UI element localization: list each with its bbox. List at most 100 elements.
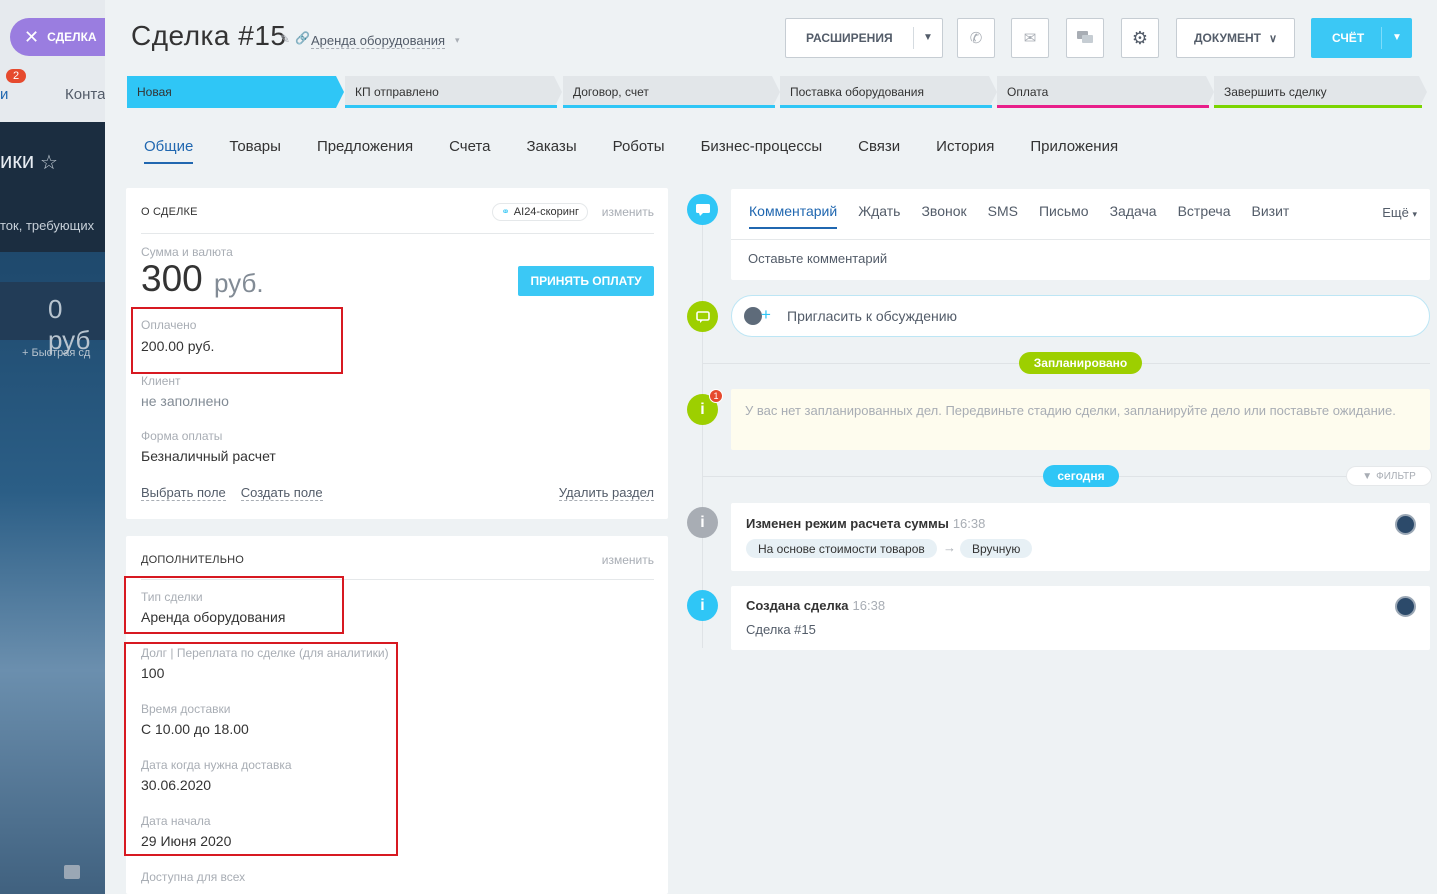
history-item: Изменен режим расчета суммы 16:38 На осно… [731,503,1430,571]
settings-button[interactable]: ⚙ [1121,18,1159,58]
field-label: Доступна для всех [141,870,246,884]
stage-offer-sent[interactable]: КП отправлено [345,76,562,108]
accept-payment-button[interactable]: ПРИНЯТЬ ОПЛАТУ [518,266,654,296]
chevron-down-icon: ▾ [1412,209,1417,219]
stage-delivery[interactable]: Поставка оборудования [780,76,997,108]
tab-business-processes[interactable]: Бизнес-процессы [701,138,823,164]
tab-orders[interactable]: Заказы [526,138,576,164]
today-badge: сегодня [1043,465,1119,487]
edit-section-link[interactable]: изменить [602,553,654,567]
link-icon[interactable]: 🔗 [295,31,310,45]
stage-new[interactable]: Новая [127,76,344,108]
client-value[interactable]: не заполнено [141,393,229,409]
stage-contract[interactable]: Договор, счет [563,76,780,108]
tab-call[interactable]: Звонок [921,203,966,229]
stage-payment[interactable]: Оплата [997,76,1214,108]
invite-label: Пригласить к обсуждению [787,308,958,324]
tab-history[interactable]: История [936,138,994,164]
empty-plan-notice: У вас нет запланированных дел. Передвинь… [731,389,1430,450]
document-label: ДОКУМЕНТ [1193,31,1261,45]
email-button[interactable]: ✉ [1011,18,1049,58]
activity-editor: Комментарий Ждать Звонок SMS Письмо Зада… [731,189,1430,280]
section-links: Выбрать поле Создать поле [141,485,323,501]
tab-products[interactable]: Товары [229,138,281,164]
field-label: Сумма и валюта [141,245,233,259]
envelope-icon: ✉ [1023,30,1037,47]
tab-robots[interactable]: Роботы [613,138,665,164]
avatar[interactable] [1395,514,1416,535]
section-title: О СДЕЛКЕ [141,206,198,218]
avatar[interactable] [1395,596,1416,617]
tab-task[interactable]: Задача [1110,203,1157,229]
planned-badge: Запланировано [1019,352,1142,374]
deal-tabs: Общие Товары Предложения Счета Заказы Ро… [144,138,1118,164]
tab-invoices[interactable]: Счета [449,138,490,164]
tab-links[interactable]: Связи [858,138,900,164]
delete-section-link[interactable]: Удалить раздел [558,485,654,501]
highlight-box [124,642,398,856]
history-item-subtitle[interactable]: Сделка #15 [746,622,816,637]
close-slider-label: СДЕЛКА [47,30,97,44]
edit-section-link[interactable]: изменить [602,205,654,219]
select-field-link[interactable]: Выбрать поле [141,485,226,501]
ai-scoring-badge[interactable]: ⚭ AI24-скоринг [492,203,588,221]
tab-general[interactable]: Общие [144,138,194,164]
tab-offers[interactable]: Предложения [317,138,413,164]
activity-tabs: Комментарий Ждать Звонок SMS Письмо Зада… [749,203,1289,229]
chevron-down-icon[interactable]: ▾ [455,35,460,46]
info-icon: i [687,507,718,538]
invite-discussion-button[interactable]: + Пригласить к обсуждению [731,295,1430,337]
tab-apps[interactable]: Приложения [1030,138,1118,164]
extensions-button[interactable]: РАСШИРЕНИЯ ▼ [785,18,943,58]
comment-icon [687,194,718,225]
close-icon: ✕ [24,26,40,47]
comment-input[interactable]: Оставьте комментарий [748,251,887,266]
tab-email[interactable]: Письмо [1039,203,1089,229]
background-page: 2 и Конта ики ☆ ток, требующих 0 руб + Б… [0,0,105,894]
tab-wait[interactable]: Ждать [858,203,900,229]
tab-visit[interactable]: Визит [1252,203,1290,229]
invoice-button[interactable]: СЧЁТ ▼ [1311,18,1412,58]
category-selector[interactable]: Аренда оборудования [311,33,446,49]
create-field-link[interactable]: Создать поле [240,485,323,501]
to-value-tag: Вручную [960,539,1033,558]
info-icon: i [687,590,718,621]
filter-button[interactable]: ▼ ФИЛЬТР [1346,466,1432,486]
tab-sms[interactable]: SMS [988,203,1018,229]
invoice-label: СЧЁТ [1332,31,1365,45]
phone-icon: ✆ [969,30,983,47]
background-tab: и [0,86,9,103]
payment-form-value[interactable]: Безналичный расчет [141,448,276,464]
chat-button[interactable] [1066,18,1104,58]
gear-icon: ⚙ [1131,27,1149,48]
stage-finish[interactable]: Завершить сделку [1214,76,1427,108]
share-icon: ⚭ [501,206,510,218]
stage-label: Договор, счет [573,85,649,99]
pencil-icon[interactable]: ✎ [280,32,290,46]
chevron-down-icon[interactable]: ▼ [1392,32,1402,43]
ai-scoring-label: AI24-скоринг [513,206,579,218]
more-tabs-label: Ещё [1382,205,1409,220]
notification-badge: 1 [709,389,723,403]
history-item-time: 16:38 [952,516,986,531]
arrow-right-icon: → [943,540,956,555]
chat-bubble-icon [687,301,718,332]
chat-icon [1077,31,1093,43]
chevron-down-icon[interactable]: ▼ [923,32,933,43]
sum-value[interactable]: 300 [141,258,203,300]
plus-icon: + [761,305,771,324]
more-tabs-menu[interactable]: Ещё ▾ [1382,205,1417,220]
close-slider-button[interactable]: ✕ СДЕЛКА [10,18,106,56]
timeline-line [702,208,703,648]
background-hint: ток, требующих [0,218,95,233]
background-quick-deal: + Быстрая сд [22,347,91,359]
phone-button[interactable]: ✆ [957,18,995,58]
document-button[interactable]: ДОКУМЕНТ ∨ [1176,18,1295,58]
chevron-down-icon: ∨ [1268,32,1278,45]
sum-currency: руб. [214,268,264,298]
tab-comment[interactable]: Комментарий [749,203,838,229]
stage-label: Поставка оборудования [790,85,925,99]
tab-meeting[interactable]: Встреча [1178,203,1231,229]
extensions-label: РАСШИРЕНИЯ [806,31,893,45]
highlight-box [124,576,344,634]
